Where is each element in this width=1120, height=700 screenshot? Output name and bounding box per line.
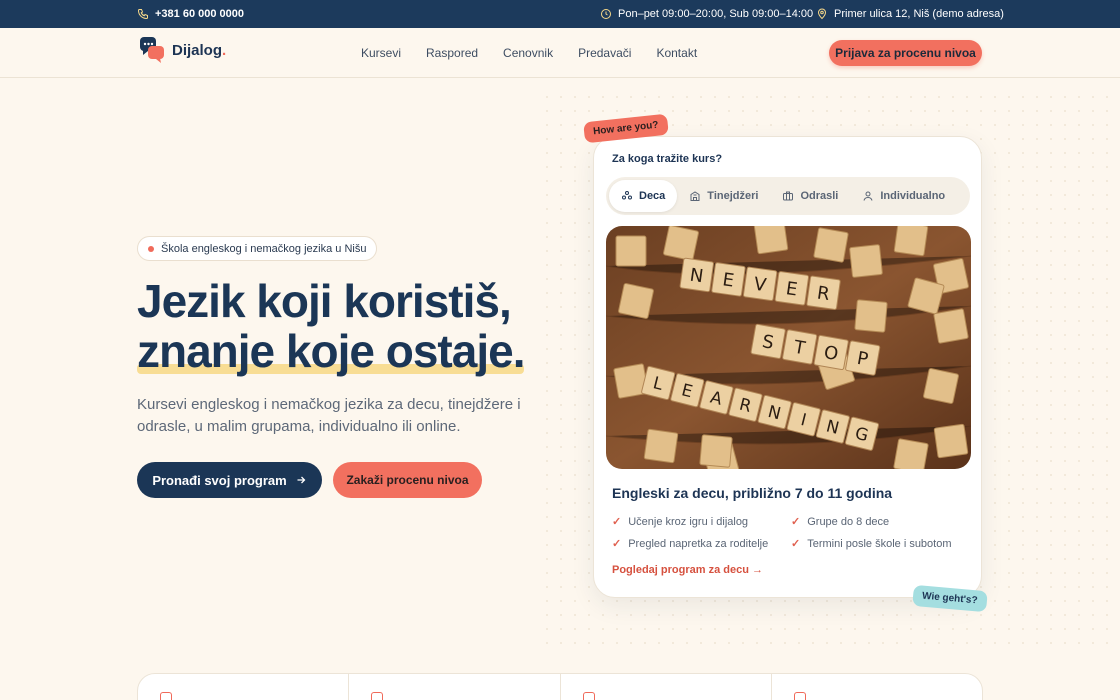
check-icon: ✓ <box>791 538 801 550</box>
view-kids-program-link[interactable]: Pogledaj program za decu → <box>612 564 763 576</box>
kids-icon <box>622 191 632 200</box>
find-program-button[interactable]: Pronađi svoj program <box>137 462 322 498</box>
find-program-label: Pronađi svoj program <box>152 472 287 488</box>
audience-tabs: Deca Tinejdžeri Odrasli Individualno <box>606 177 970 215</box>
tab-tinejdzeri[interactable]: Tinejdžeri <box>677 180 770 212</box>
brand-logo[interactable]: Dijalog. <box>140 37 226 63</box>
phone-info[interactable]: +381 60 000 0000 <box>137 0 244 28</box>
features-strip <box>137 673 983 700</box>
hours-info: Pon–pet 09:00–20:00, Sub 09:00–14:00 <box>600 0 813 28</box>
link-label: Pogledaj program za decu <box>612 564 749 576</box>
nav-item-kursevi[interactable]: Kursevi <box>361 46 401 60</box>
school-badge: Škola engleskog i nemačkog jezika u Nišu <box>137 236 378 261</box>
brand-word: Dijalog <box>172 41 223 59</box>
feature-text: Pregled napretka za roditelje <box>628 537 769 550</box>
feature-cell <box>772 674 982 700</box>
blank-tile <box>615 235 647 267</box>
check-icon: ✓ <box>612 538 622 550</box>
nav-item-predavaci[interactable]: Predavači <box>578 46 631 60</box>
phone-number: +381 60 000 0000 <box>155 8 245 20</box>
arrow-right-icon <box>297 476 306 484</box>
nav-menu: Kursevi Raspored Cenovnik Predavači Kont… <box>361 46 697 60</box>
tab-label: Tinejdžeri <box>707 190 759 202</box>
badge-text: Škola engleskog i nemačkog jezika u Nišu <box>161 242 367 255</box>
nav-item-cenovnik[interactable]: Cenovnik <box>503 46 553 60</box>
main-nav: Dijalog. Kursevi Raspored Cenovnik Preda… <box>0 28 1120 78</box>
top-info-bar: +381 60 000 0000 Pon–pet 09:00–20:00, Su… <box>0 0 1120 28</box>
clock-icon <box>601 9 611 19</box>
feature-text: Grupe do 8 dece <box>807 515 890 528</box>
nav-item-kontakt[interactable]: Kontakt <box>656 46 697 60</box>
card-question: Za koga tražite kurs? <box>612 153 723 165</box>
level-test-signup-button[interactable]: Prijava za procenu nivoa <box>829 40 982 66</box>
tab-label: Odrasli <box>800 190 839 202</box>
feature-text: Učenje kroz igru i dijalog <box>628 515 749 528</box>
blank-tile <box>893 226 929 257</box>
blank-tile <box>893 438 929 469</box>
feature-item: ✓ Grupe do 8 dece <box>791 515 890 529</box>
blank-tile <box>753 226 789 255</box>
opening-hours: Pon–pet 09:00–20:00, Sub 09:00–14:00 <box>618 8 814 20</box>
address-text: Primer ulica 12, Niš (demo adresa) <box>834 8 1004 20</box>
school-icon <box>690 191 700 201</box>
tab-deca[interactable]: Deca <box>609 180 678 212</box>
tab-odrasli[interactable]: Odrasli <box>770 180 850 212</box>
arrow-right-icon: → <box>751 564 763 576</box>
blank-tile <box>849 244 883 278</box>
tab-label: Individualno <box>880 190 946 202</box>
blank-tile <box>933 423 969 459</box>
feature-icon <box>371 692 384 700</box>
chat-bubbles-icon <box>140 37 164 63</box>
hero-headline: Jezik koji koristiš, znanje koje ostaje. <box>137 276 1120 376</box>
blank-tile <box>643 428 679 464</box>
book-level-test-button[interactable]: Zakaži procenu nivoa <box>333 462 482 498</box>
check-icon: ✓ <box>612 516 622 528</box>
brand-name: Dijalog. <box>172 42 226 59</box>
check-icon: ✓ <box>791 516 801 528</box>
person-icon <box>863 191 873 201</box>
feature-icon <box>582 692 595 700</box>
brand-dot: . <box>222 41 227 59</box>
tab-label: Deca <box>639 190 666 202</box>
badge-dot-icon <box>148 245 154 252</box>
briefcase-icon <box>783 191 794 201</box>
nav-item-raspored[interactable]: Raspored <box>426 46 478 60</box>
blank-tile <box>699 434 733 468</box>
phone-icon <box>137 9 148 20</box>
headline-line-2: znanje koje ostaje. <box>137 325 525 377</box>
hero-subtitle: Kursevi engleskog i nemačkog jezika za d… <box>137 396 521 435</box>
location-pin-icon <box>817 8 827 20</box>
feature-cell <box>561 674 772 700</box>
headline-line-1: Jezik koji koristiš, <box>137 275 512 327</box>
tab-individualno[interactable]: Individualno <box>850 180 957 212</box>
blank-tile <box>813 227 849 263</box>
program-title: Engleski za decu, približno 7 do 11 godi… <box>612 485 893 501</box>
feature-item: ✓ Učenje kroz igru i dijalog <box>612 515 749 529</box>
feature-cell <box>138 674 350 700</box>
feature-item: ✓ Termini posle škole i subotom <box>791 537 952 551</box>
blank-tile <box>663 226 699 261</box>
feature-icon <box>793 692 806 700</box>
address-info: Primer ulica 12, Niš (demo adresa) <box>816 0 1004 28</box>
feature-cell <box>349 674 561 700</box>
feature-icon <box>160 692 172 700</box>
feature-item: ✓ Pregled napretka za roditelje <box>612 537 769 551</box>
feature-text: Termini posle škole i subotom <box>807 537 952 550</box>
